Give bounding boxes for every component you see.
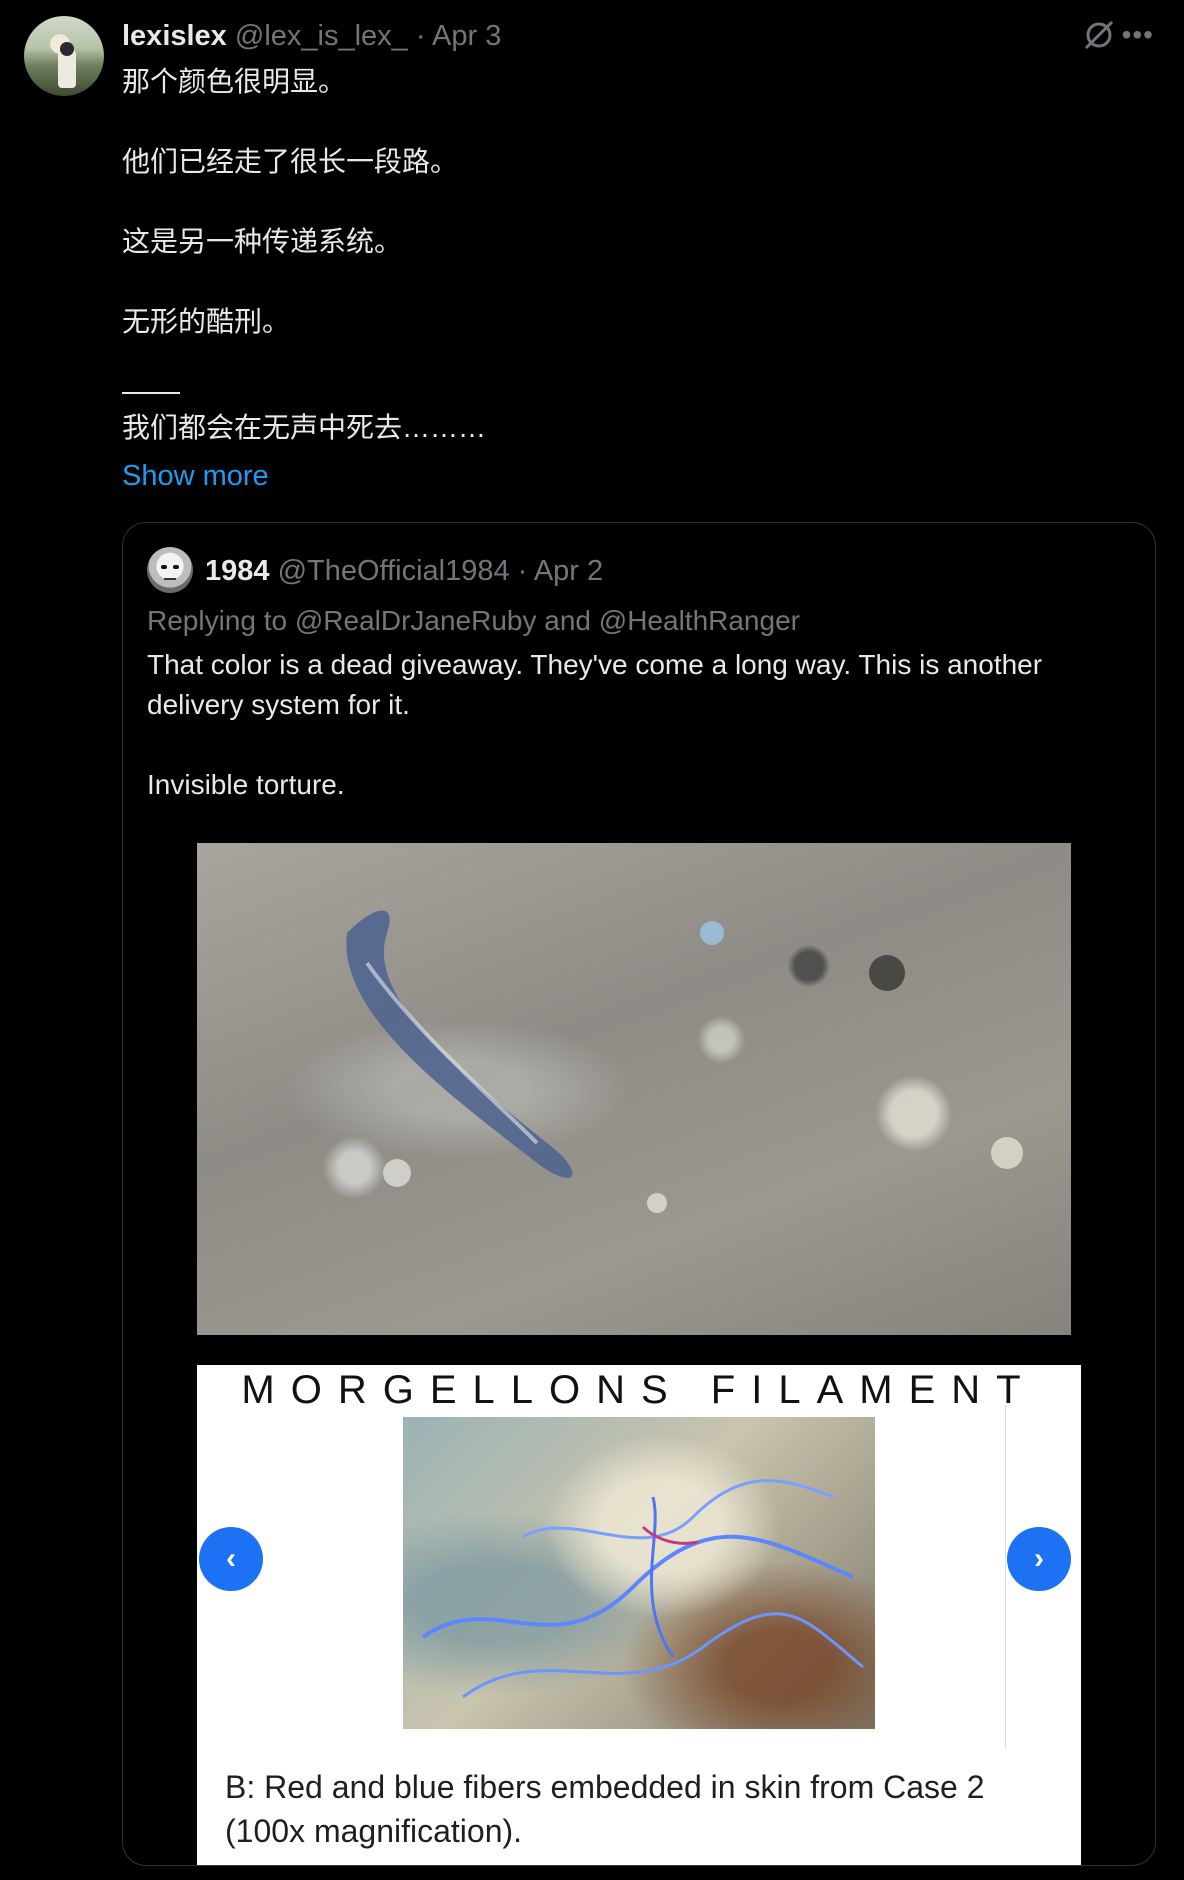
post-date[interactable]: Apr 3 [432,20,501,52]
carousel-next-button[interactable]: › [1007,1527,1071,1591]
quoted-post-header: 1984 @TheOfficial1984 · Apr 2 [205,553,603,589]
avatar-head [60,42,74,56]
text-rule [122,392,180,394]
author-name[interactable]: lexislex [122,20,227,52]
filament-photo[interactable] [197,843,1071,1335]
separator-dot: · [517,555,528,587]
carousel-caption: B: Red and blue fibers embedded in skin … [225,1769,985,1849]
post-header: lexislex @lex_is_lex_ · Apr 3 [122,18,501,54]
author-handle[interactable]: @lex_is_lex_ [235,20,408,52]
replying-to: Replying to @RealDrJaneRuby and @HealthR… [147,605,800,636]
post-line: 那个颜色很明显。 [122,66,347,97]
separator-dot: · [415,20,426,52]
post-line: 他们已经走了很长一段路。 [122,146,459,177]
more-horizontal-icon[interactable]: ••• [1122,18,1154,52]
carousel-prev-button[interactable]: ‹ [199,1527,263,1591]
image-carousel[interactable]: MORGELLONS FILAMENT ‹ › B: Red and blue … [197,1365,1081,1865]
fiber-image[interactable] [403,1417,875,1729]
carousel-title: MORGELLONS FILAMENT [241,1368,1037,1412]
quoted-author-handle[interactable]: @TheOfficial1984 [278,555,510,587]
chevron-left-icon: ‹ [226,1542,236,1575]
quoted-author-avatar[interactable] [147,547,193,593]
post-actions: ••• [1082,18,1154,52]
post-line: 无形的酷刑。 [122,306,291,337]
carousel-divider [1005,1405,1006,1749]
quoted-post-date[interactable]: Apr 2 [534,555,603,587]
author-avatar[interactable] [24,16,104,96]
quoted-post-text: That color is a dead giveaway. They've c… [147,645,1137,805]
quoted-author-name[interactable]: 1984 [205,555,270,587]
grok-slash-icon[interactable] [1082,18,1116,52]
quoted-text-paragraph: Invisible torture. [147,769,345,800]
show-more-link[interactable]: Show more [122,460,269,493]
post-line: 我们都会在无声中死去……… [122,412,487,443]
quoted-text-paragraph: That color is a dead giveaway. They've c… [147,649,1043,720]
quoted-post[interactable]: 1984 @TheOfficial1984 · Apr 2 Replying t… [122,522,1156,1866]
post-body: 那个颜色很明显。 他们已经走了很长一段路。 这是另一种传递系统。 无形的酷刑。 … [122,62,1122,448]
post-line: 这是另一种传递系统。 [122,226,403,257]
chevron-right-icon: › [1034,1542,1044,1575]
